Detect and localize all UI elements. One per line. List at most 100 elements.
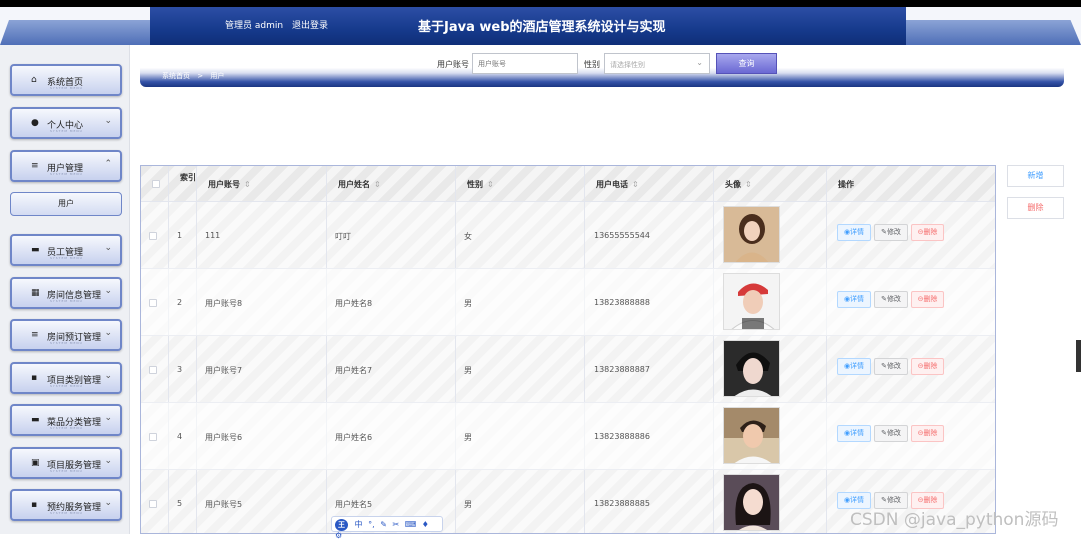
header-left-wing xyxy=(0,20,150,45)
avatar[interactable] xyxy=(723,340,780,397)
sidebar-item-staff[interactable]: ▬ 员工管理 SYSTEM MENU ⌄ xyxy=(10,234,122,266)
chevron-down-icon: ⌄ xyxy=(104,243,112,253)
delete-button[interactable]: ⊝删除 xyxy=(911,291,944,308)
sidebar-item-subtitle: SYSTEM MENU xyxy=(50,299,83,303)
cell-gender: 男 xyxy=(464,433,472,442)
avatar[interactable] xyxy=(723,273,780,330)
query-button[interactable]: 查询 xyxy=(716,53,777,74)
breadcrumb-home[interactable]: 系统首页 xyxy=(162,72,190,80)
ime-toolbar[interactable]: 王 中 °, ✎ ✂ ⌨ ♦ ⚙ xyxy=(331,516,443,540)
skin-icon[interactable]: ♦ xyxy=(422,520,429,529)
page-title: 基于Java web的酒店管理系统设计与实现 xyxy=(418,20,666,35)
punctuation-icon[interactable]: °, xyxy=(368,520,375,529)
app-header: 管理员 admin 退出登录 基于Java web的酒店管理系统设计与实现 xyxy=(0,7,1081,45)
edit-label: 修改 xyxy=(886,362,901,370)
user-icon: ● xyxy=(31,118,39,128)
edit-label: 修改 xyxy=(886,295,901,303)
row-checkbox[interactable] xyxy=(149,500,157,508)
header-banner: 管理员 admin 退出登录 基于Java web的酒店管理系统设计与实现 xyxy=(150,7,906,45)
sidebar-item-subtitle: SYSTEM MENU xyxy=(50,511,83,515)
edit-button[interactable]: ✎修改 xyxy=(874,291,908,308)
chevron-down-icon: ⌄ xyxy=(104,413,112,423)
chevron-down-icon: ⌄ xyxy=(104,498,112,508)
row-checkbox[interactable] xyxy=(149,232,157,240)
cell-gender: 男 xyxy=(464,500,472,509)
detail-button[interactable]: ◉详情 xyxy=(837,224,871,241)
home-icon: ⌂ xyxy=(31,75,37,85)
gender-select[interactable]: 请选择性别 ⌄ xyxy=(604,53,710,74)
chevron-down-icon: ⌄ xyxy=(696,58,703,67)
cell-name: 用户姓名7 xyxy=(335,366,373,375)
row-checkbox[interactable] xyxy=(149,299,157,307)
sidebar-item-project-categories[interactable]: ▪ 项目类别管理 SYSTEM MENU ⌄ xyxy=(10,362,122,394)
account-search-input[interactable] xyxy=(472,53,578,74)
user-table: 索引 用户账号 ⇕ 用户姓名 ⇕ 性别 ⇕ 用户电话 ⇕ 头像 ⇕ 操作 1 111 叮叮… xyxy=(140,165,996,534)
cell-gender: 男 xyxy=(464,366,472,375)
cell-phone: 13823888887 xyxy=(594,365,650,374)
search-bar xyxy=(140,52,1064,87)
sidebar-item-profile[interactable]: ● 个人中心 SYSTEM MENU ⌄ xyxy=(10,107,122,139)
cell-index: 2 xyxy=(177,298,183,307)
scrollbar-thumb[interactable] xyxy=(1076,340,1081,372)
add-button[interactable]: 新增 xyxy=(1007,165,1064,187)
sidebar-item-rooms[interactable]: ▦ 房间信息管理 SYSTEM MENU ⌄ xyxy=(10,277,122,309)
breadcrumb-separator: > xyxy=(197,72,204,80)
avatar[interactable] xyxy=(723,474,780,531)
sidebar-item-users[interactable]: ≡ 用户管理 SYSTEM MENU ⌃ xyxy=(10,150,122,182)
edit-button[interactable]: ✎修改 xyxy=(874,358,908,375)
cell-gender: 男 xyxy=(464,299,472,308)
edit-button[interactable]: ✎修改 xyxy=(874,224,908,241)
cell-index: 1 xyxy=(177,231,183,240)
row-checkbox[interactable] xyxy=(149,433,157,441)
sidebar-item-dish-categories[interactable]: ▬ 菜品分类管理 SYSTEM MENU ⌄ xyxy=(10,404,122,436)
cell-account: 用户账号5 xyxy=(205,500,243,509)
gear-icon[interactable]: ⚙ xyxy=(335,531,342,540)
delete-label: 删除 xyxy=(923,496,938,504)
detail-label: 详情 xyxy=(850,496,865,504)
detail-label: 详情 xyxy=(850,228,865,236)
apps-icon: ▪ xyxy=(31,500,38,510)
cell-index: 4 xyxy=(177,432,183,441)
sidebar-item-bookings[interactable]: ≡ 房间预订管理 SYSTEM MENU ⌄ xyxy=(10,319,122,351)
detail-button[interactable]: ◉详情 xyxy=(837,425,871,442)
list-icon: ≡ xyxy=(31,161,39,171)
scissors-icon[interactable]: ✂ xyxy=(392,520,399,529)
cell-name: 叮叮 xyxy=(335,232,351,241)
monitor-icon: ▬ xyxy=(31,415,40,425)
delete-button[interactable]: ⊝删除 xyxy=(911,425,944,442)
gender-label: 性别 xyxy=(584,60,600,69)
chevron-down-icon: ⌄ xyxy=(104,371,112,381)
admin-info: 管理员 admin 退出登录 xyxy=(225,18,334,31)
table-row: 2 用户账号8 用户姓名8 男 13823888888 ◉详情 ✎修改 ⊝删除 xyxy=(141,269,995,336)
chevron-down-icon: ⌄ xyxy=(104,116,112,126)
edit-label: 修改 xyxy=(886,228,901,236)
delete-label: 删除 xyxy=(923,228,938,236)
detail-button[interactable]: ◉详情 xyxy=(837,291,871,308)
list-icon: ≡ xyxy=(31,330,39,340)
admin-label: 管理员 admin xyxy=(225,21,284,31)
cell-phone: 13823888886 xyxy=(594,432,650,441)
sidebar-item-services[interactable]: ▣ 项目服务管理 SYSTEM MENU ⌄ xyxy=(10,447,122,479)
batch-delete-button[interactable]: 删除 xyxy=(1007,197,1064,219)
cell-account: 用户账号8 xyxy=(205,299,243,308)
keyboard-icon[interactable]: ⌨ xyxy=(405,520,417,529)
pen-icon[interactable]: ✎ xyxy=(380,520,387,529)
sidebar-item-reservations[interactable]: ▪ 预约服务管理 SYSTEM MENU ⌄ xyxy=(10,489,122,521)
detail-button[interactable]: ◉详情 xyxy=(837,358,871,375)
sidebar-item-subtitle: SYSTEM MENU xyxy=(50,384,83,388)
edit-button[interactable]: ✎修改 xyxy=(874,425,908,442)
delete-button[interactable]: ⊝删除 xyxy=(911,224,944,241)
logout-link[interactable]: 退出登录 xyxy=(292,21,328,31)
avatar[interactable] xyxy=(723,206,780,263)
sidebar-subitem-users[interactable]: 用户 xyxy=(10,192,122,216)
apps-icon: ▪ xyxy=(31,373,38,383)
watermark: CSDN @java_python源码 xyxy=(850,510,1059,530)
top-black-strip xyxy=(0,0,1081,7)
ime-brand-icon: 王 xyxy=(335,519,348,531)
avatar[interactable] xyxy=(723,407,780,464)
row-checkbox[interactable] xyxy=(149,366,157,374)
ime-mode[interactable]: 中 xyxy=(355,520,363,529)
delete-button[interactable]: ⊝删除 xyxy=(911,358,944,375)
clipboard-icon: ▣ xyxy=(31,458,40,468)
sidebar-item-home[interactable]: ⌂ 系统首页 SYSTEM MENU xyxy=(10,64,122,96)
